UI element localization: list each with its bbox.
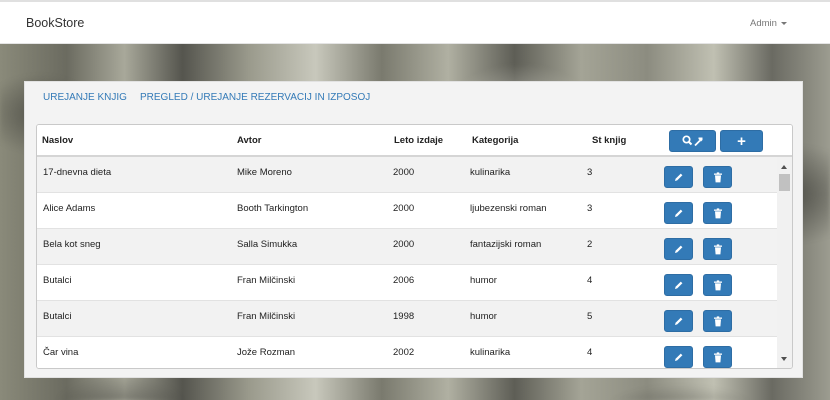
table-row[interactable]: 17-dnevna dieta Mike Moreno 2000 kulinar… [37, 157, 777, 193]
trash-icon [713, 243, 722, 254]
pencil-icon [674, 353, 682, 361]
table-scrollbar[interactable] [777, 157, 792, 368]
table-row[interactable]: Alice Adams Booth Tarkington 2000 ljubez… [37, 193, 777, 229]
cell-st-knjig: 4 [587, 275, 593, 286]
cell-leto: 2002 [393, 347, 415, 358]
add-book-button[interactable]: + [720, 130, 763, 152]
pencil-icon [674, 245, 682, 253]
user-menu[interactable]: Admin [750, 18, 787, 29]
main-panel: UREJANJE KNJIG PREGLED / UREJANJE REZERV… [24, 81, 803, 378]
delete-button[interactable] [703, 202, 732, 224]
cell-naslov: Bela kot sneg [43, 239, 101, 250]
tab-reservations[interactable]: PREGLED / UREJANJE REZERVACIJ IN IZPOSOJ [140, 92, 370, 103]
column-header-st-knjig[interactable]: St knjig [592, 135, 626, 146]
cell-leto: 2000 [393, 239, 415, 250]
trash-icon [713, 279, 722, 290]
cell-leto: 1998 [393, 311, 415, 322]
cell-st-knjig: 5 [587, 311, 593, 322]
cell-avtor: Salla Simukka [237, 239, 298, 250]
edit-button[interactable] [664, 274, 693, 296]
pencil-icon [674, 317, 682, 325]
scrollbar-thumb[interactable] [779, 174, 790, 191]
edit-button[interactable] [664, 166, 693, 188]
cell-kategorija: kulinarika [470, 347, 511, 358]
pencil-icon [674, 173, 682, 181]
column-header-leto[interactable]: Leto izdaje [394, 135, 443, 146]
edit-button[interactable] [664, 202, 693, 224]
delete-button[interactable] [703, 310, 732, 332]
column-header-naslov[interactable]: Naslov [42, 135, 73, 146]
cell-avtor: Mike Moreno [237, 167, 292, 178]
delete-button[interactable] [703, 346, 732, 368]
cell-kategorija: humor [470, 275, 497, 286]
scroll-down-arrow-icon[interactable] [781, 357, 787, 361]
trash-icon [713, 351, 722, 362]
delete-button[interactable] [703, 166, 732, 188]
cell-naslov: Butalci [43, 311, 72, 322]
table-row[interactable]: Čar vina Jože Rozman 2002 kulinarika 4 [37, 337, 777, 368]
caret-down-icon [780, 21, 787, 25]
table-body: 17-dnevna dieta Mike Moreno 2000 kulinar… [37, 157, 777, 368]
cell-naslov: 17-dnevna dieta [43, 167, 112, 178]
table-row[interactable]: Butalci Fran Milčinski 1998 humor 5 [37, 301, 777, 337]
column-header-avtor[interactable]: Avtor [237, 135, 261, 146]
edit-button[interactable] [664, 238, 693, 260]
column-header-kategorija[interactable]: Kategorija [472, 135, 518, 146]
cell-st-knjig: 2 [587, 239, 593, 250]
pencil-icon [674, 209, 682, 217]
delete-button[interactable] [703, 274, 732, 296]
trash-icon [713, 171, 722, 182]
navbar: BookStore Admin [0, 0, 830, 44]
tab-book-editing[interactable]: UREJANJE KNJIG [43, 92, 127, 103]
cell-naslov: Alice Adams [43, 203, 96, 214]
search-tools-button[interactable] [669, 130, 716, 152]
table-row[interactable]: Bela kot sneg Salla Simukka 2000 fantazi… [37, 229, 777, 265]
cell-kategorija: fantazijski roman [470, 239, 542, 250]
cell-st-knjig: 4 [587, 347, 593, 358]
cell-kategorija: humor [470, 311, 497, 322]
cell-avtor: Booth Tarkington [237, 203, 309, 214]
app-brand[interactable]: BookStore [26, 16, 84, 30]
cell-kategorija: kulinarika [470, 167, 511, 178]
cell-avtor: Fran Milčinski [237, 311, 296, 322]
scroll-up-arrow-icon[interactable] [781, 165, 787, 169]
cell-leto: 2000 [393, 167, 415, 178]
edit-button[interactable] [664, 346, 693, 368]
user-menu-label: Admin [750, 18, 777, 29]
edit-button[interactable] [664, 310, 693, 332]
cell-naslov: Čar vina [43, 347, 79, 358]
trash-icon [713, 315, 722, 326]
search-wrench-icon [681, 135, 702, 147]
table-header: Naslov Avtor Leto izdaje Kategorija St k… [37, 125, 792, 157]
cell-leto: 2006 [393, 275, 415, 286]
cell-st-knjig: 3 [587, 167, 593, 178]
cell-leto: 2000 [393, 203, 415, 214]
table-row[interactable]: Butalci Fran Milčinski 2006 humor 4 [37, 265, 777, 301]
plus-icon: + [737, 132, 746, 150]
cell-kategorija: ljubezenski roman [470, 203, 547, 214]
pencil-icon [674, 281, 682, 289]
cell-st-knjig: 3 [587, 203, 593, 214]
delete-button[interactable] [703, 238, 732, 260]
cell-avtor: Jože Rozman [237, 347, 296, 358]
books-table: Naslov Avtor Leto izdaje Kategorija St k… [36, 124, 793, 369]
cell-avtor: Fran Milčinski [237, 275, 296, 286]
trash-icon [713, 207, 722, 218]
cell-naslov: Butalci [43, 275, 72, 286]
